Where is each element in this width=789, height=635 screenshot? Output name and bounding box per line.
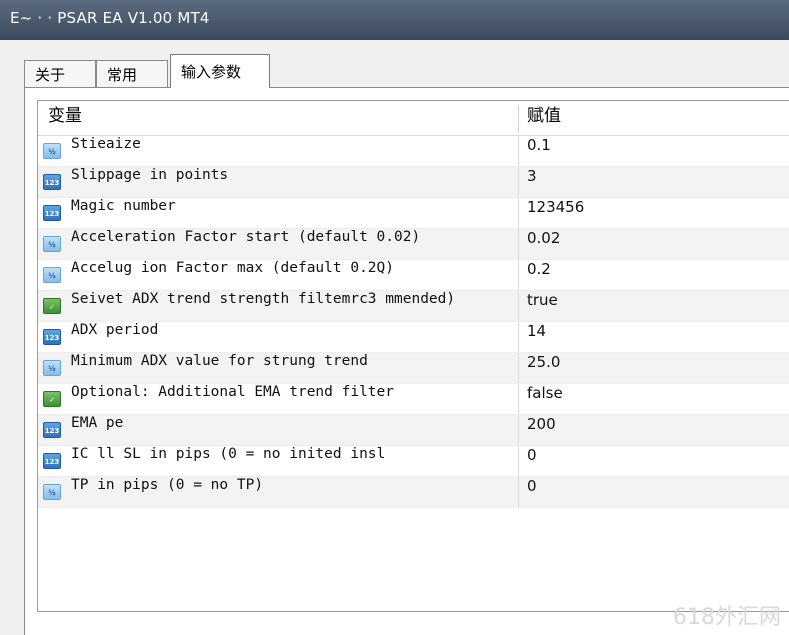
tab-divider [24, 87, 789, 88]
parameter-name: Accelug ion Factor max (default 0.2Q) [71, 260, 395, 276]
table-row[interactable]: 123 EMA pe 200 [38, 415, 789, 446]
table-row[interactable]: ½ Stieaize 0.1 [38, 136, 789, 167]
table-row[interactable]: 123 ADX period 14 [38, 322, 789, 353]
parameter-value[interactable]: 3 [527, 167, 537, 197]
dialog-client: 关于 常用 输入参数 变量 赋值 ½ Stieaize 0.1 123 Slip… [0, 40, 789, 635]
parameter-value[interactable]: false [527, 384, 563, 414]
integer-icon: 123 [43, 422, 61, 438]
table-header: 变量 赋值 [38, 101, 789, 136]
table-row[interactable]: ½ Minimum ADX value for strung trend 25.… [38, 353, 789, 384]
cell-divider [518, 384, 519, 414]
integer-icon: 123 [43, 329, 61, 345]
parameter-name: IC ll SL in pips (0 = no inited insl [71, 446, 386, 462]
parameter-name: EMA pe [71, 415, 124, 431]
cell-divider [518, 198, 519, 228]
cell-divider [518, 322, 519, 352]
tab-input-parameters[interactable]: 输入参数 [170, 54, 270, 88]
table-row[interactable]: 123 Magic number 123456 [38, 198, 789, 229]
tab-common[interactable]: 常用 [96, 60, 168, 88]
parameter-name: Stieaize [71, 136, 141, 152]
boolean-icon: ✓ [43, 298, 61, 314]
window-title: E~ · · PSAR EA V1.00 MT4 [10, 9, 210, 27]
parameter-name: TP in pips (0 = no TP) [71, 477, 264, 493]
cell-divider [518, 353, 519, 383]
tab-strip: 关于 常用 输入参数 [0, 40, 789, 88]
parameter-value[interactable]: 0.1 [527, 136, 551, 166]
table-row[interactable]: ✓ Optional: Additional EMA trend filter … [38, 384, 789, 415]
cell-divider [518, 167, 519, 197]
cell-divider [518, 291, 519, 321]
parameter-value[interactable]: 200 [527, 415, 556, 445]
table-row[interactable]: ½ TP in pips (0 = no TP) 0 [38, 477, 789, 508]
parameter-value[interactable]: 0 [527, 477, 537, 507]
parameter-name: Magic number [71, 198, 176, 214]
parameter-value[interactable]: true [527, 291, 558, 321]
double-value-icon: ½ [43, 360, 61, 376]
double-value-icon: ½ [43, 267, 61, 283]
integer-icon: 123 [43, 174, 61, 190]
site-watermark: 618外汇网 [673, 605, 781, 630]
cell-divider [518, 229, 519, 259]
tab-about[interactable]: 关于 [24, 60, 96, 88]
cell-divider [518, 136, 519, 166]
double-value-icon: ½ [43, 484, 61, 500]
table-row[interactable]: ✓ Seivet ADX trend strength filtemrc3 mm… [38, 291, 789, 322]
table-row[interactable]: 123 Slippage in points 3 [38, 167, 789, 198]
cell-divider [518, 446, 519, 476]
cell-divider [518, 415, 519, 445]
parameter-name: ADX period [71, 322, 159, 338]
input-parameters-panel: 变量 赋值 ½ Stieaize 0.1 123 Slippage in poi… [24, 88, 789, 635]
cell-divider [518, 260, 519, 290]
double-value-icon: ½ [43, 143, 61, 159]
cell-divider [518, 477, 519, 507]
parameter-name: Minimum ADX value for strung trend [71, 353, 368, 369]
parameter-name: Optional: Additional EMA trend filter [71, 384, 395, 400]
column-header-variable[interactable]: 变量 [48, 101, 82, 135]
parameter-value[interactable]: 25.0 [527, 353, 560, 383]
column-divider[interactable] [518, 105, 519, 133]
integer-icon: 123 [43, 205, 61, 221]
parameter-value[interactable]: 0 [527, 446, 537, 476]
parameter-name: Slippage in points [71, 167, 229, 183]
parameter-value[interactable]: 0.2 [527, 260, 551, 290]
parameter-value[interactable]: 0.02 [527, 229, 560, 259]
parameter-name: Seivet ADX trend strength filtemrc3 mmen… [71, 291, 456, 307]
column-header-value[interactable]: 赋值 [527, 101, 561, 135]
table-row[interactable]: 123 IC ll SL in pips (0 = no inited insl… [38, 446, 789, 477]
parameter-value[interactable]: 14 [527, 322, 546, 352]
parameter-value[interactable]: 123456 [527, 198, 584, 228]
table-row[interactable]: ½ Accelug ion Factor max (default 0.2Q) … [38, 260, 789, 291]
window-titlebar: E~ · · PSAR EA V1.00 MT4 [0, 0, 789, 40]
integer-icon: 123 [43, 453, 61, 469]
boolean-icon: ✓ [43, 391, 61, 407]
table-row[interactable]: ½ Acceleration Factor start (default 0.0… [38, 229, 789, 260]
parameter-name: Acceleration Factor start (default 0.02) [71, 229, 421, 245]
parameters-table: 变量 赋值 ½ Stieaize 0.1 123 Slippage in poi… [37, 100, 789, 612]
double-value-icon: ½ [43, 236, 61, 252]
